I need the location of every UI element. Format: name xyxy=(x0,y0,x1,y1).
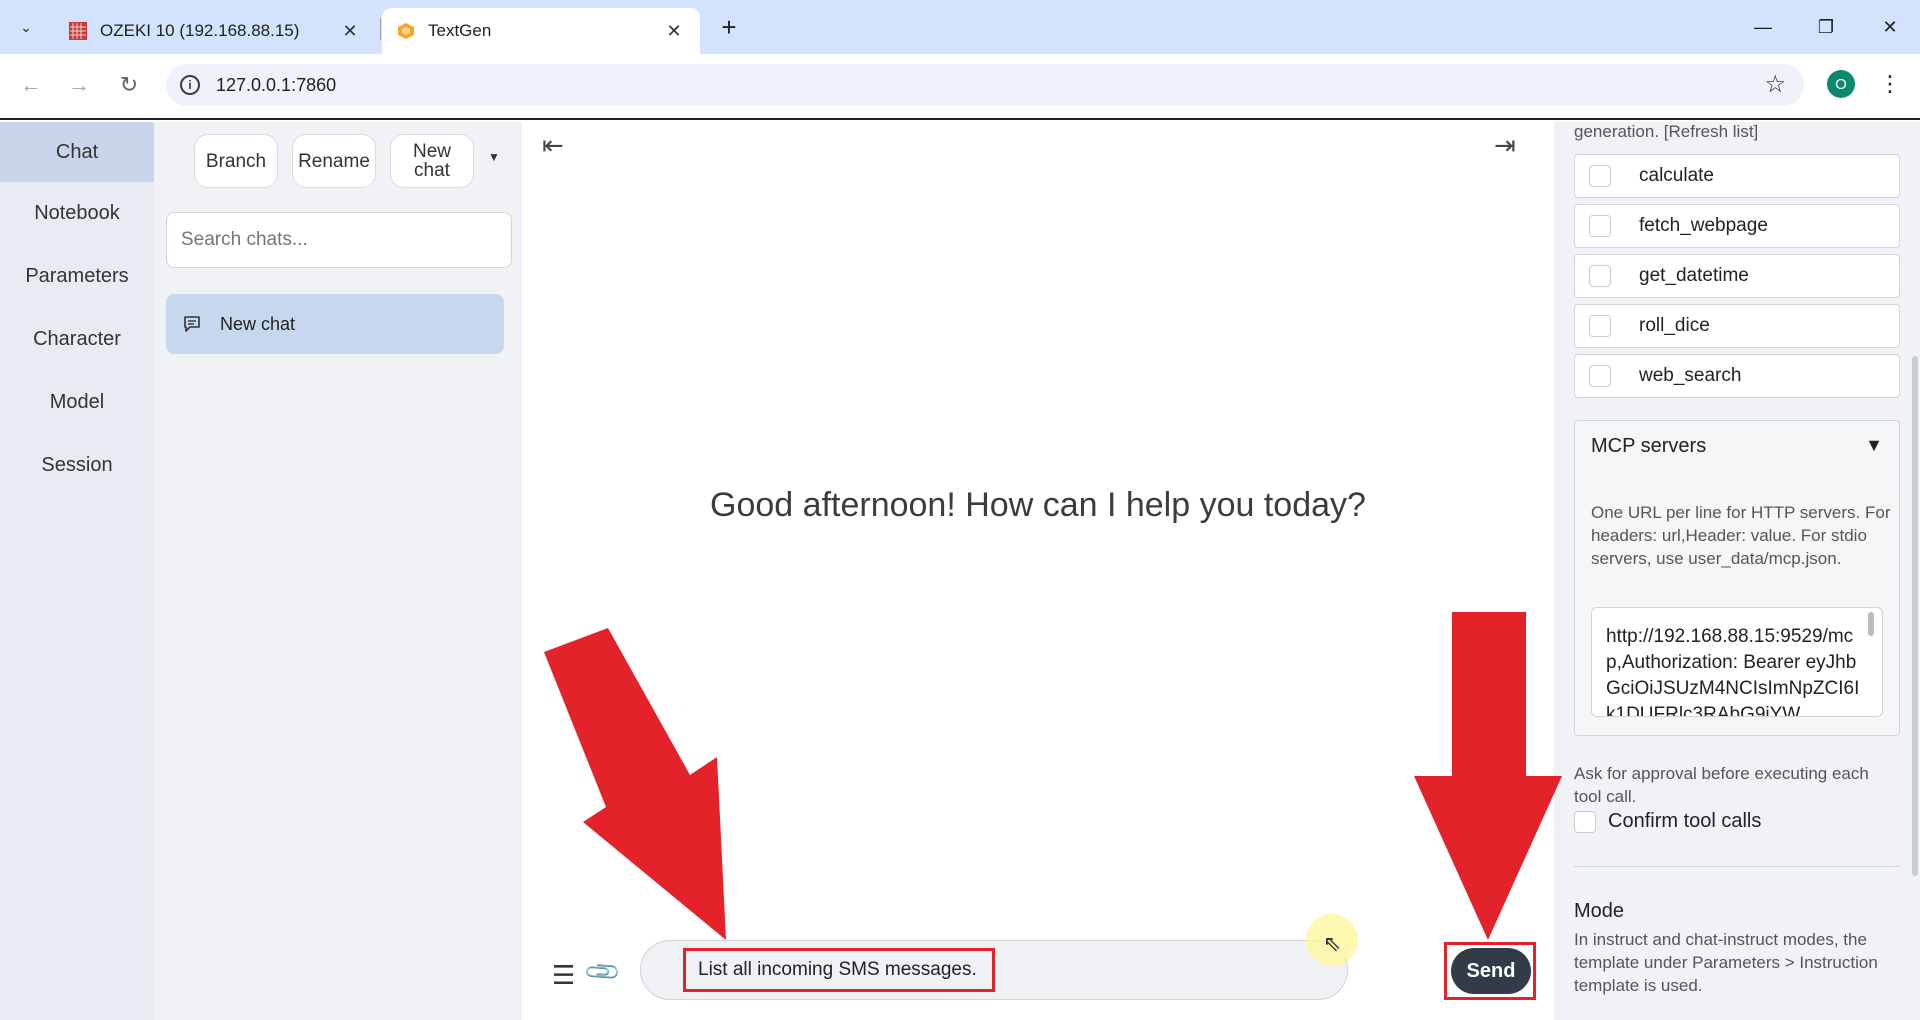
rename-button[interactable]: Rename xyxy=(292,134,376,188)
collapse-left-icon[interactable]: ⇤ xyxy=(542,130,564,161)
tab-search-icon[interactable]: ⌄ xyxy=(8,10,44,44)
tool-fetch-webpage[interactable]: fetch_webpage xyxy=(1574,204,1900,248)
nav-item-notebook[interactable]: Notebook xyxy=(0,184,154,242)
maximize-icon[interactable]: ❐ xyxy=(1808,10,1844,44)
panel-scrollbar[interactable] xyxy=(1912,356,1918,876)
message-input[interactable]: List all incoming SMS messages. xyxy=(683,948,995,992)
minimize-icon[interactable]: — xyxy=(1745,10,1781,44)
mouse-cursor-icon: ⇖ xyxy=(1323,931,1342,956)
close-icon[interactable]: ✕ xyxy=(338,19,362,43)
nav-item-model[interactable]: Model xyxy=(0,373,154,431)
mcp-description: One URL per line for HTTP servers. For h… xyxy=(1591,503,1891,568)
back-icon[interactable]: ← xyxy=(14,68,48,102)
chat-menu-dropdown-icon[interactable]: ▼ xyxy=(488,150,500,164)
hamburger-menu-icon[interactable]: ☰ xyxy=(552,960,575,991)
kebab-menu-icon[interactable]: ⋮ xyxy=(1878,68,1902,100)
chat-list-item-label: New chat xyxy=(220,313,296,334)
tool-calculate[interactable]: calculate xyxy=(1574,154,1900,198)
nav-item-chat[interactable]: Chat xyxy=(0,122,154,182)
checkbox[interactable] xyxy=(1589,365,1611,387)
textarea-scrollbar[interactable] xyxy=(1868,612,1874,636)
address-bar[interactable]: i 127.0.0.1:7860 ☆ xyxy=(166,64,1804,106)
chevron-down-icon[interactable]: ▼ xyxy=(1865,435,1883,456)
new-chat-label-line1: New xyxy=(412,141,451,162)
new-chat-button[interactable]: New chat xyxy=(390,134,474,188)
checkbox[interactable] xyxy=(1589,315,1611,337)
tool-get-datetime[interactable]: get_datetime xyxy=(1574,254,1900,298)
browser-toolbar: ← → ↻ i 127.0.0.1:7860 ☆ O ⋮ xyxy=(0,54,1920,120)
chat-bubble-icon xyxy=(184,316,200,332)
chat-list-item[interactable]: New chat xyxy=(166,294,504,354)
confirm-tool-calls-label: Confirm tool calls xyxy=(1608,810,1762,832)
ozeki-favicon-icon xyxy=(69,22,87,40)
tool-label: fetch_webpage xyxy=(1639,215,1768,236)
mcp-servers-value: http://192.168.88.15:9529/mcp,Authorizat… xyxy=(1606,626,1860,717)
tool-roll-dice[interactable]: roll_dice xyxy=(1574,304,1900,348)
nav-item-parameters[interactable]: Parameters xyxy=(0,247,154,305)
checkbox[interactable] xyxy=(1574,810,1596,833)
nav-item-character[interactable]: Character xyxy=(0,310,154,368)
mcp-servers-title[interactable]: MCP servers xyxy=(1591,435,1706,458)
profile-avatar[interactable]: O xyxy=(1827,70,1855,98)
nav-item-session[interactable]: Session xyxy=(0,436,154,494)
tab-textgen[interactable]: TextGen ✕ xyxy=(382,8,700,54)
mcp-servers-textarea[interactable]: http://192.168.88.15:9529/mcp,Authorizat… xyxy=(1591,607,1883,717)
tool-web-search[interactable]: web_search xyxy=(1574,354,1900,398)
tool-label: get_datetime xyxy=(1639,265,1749,286)
browser-tab-bar: ⌄ OZEKI 10 (192.168.88.15) ✕ TextGen ✕ +… xyxy=(0,0,1920,54)
bookmark-star-icon[interactable]: ☆ xyxy=(1764,70,1786,99)
forward-icon[interactable]: → xyxy=(62,68,96,102)
site-info-icon[interactable]: i xyxy=(180,75,200,95)
divider xyxy=(1574,866,1900,867)
chat-main: ⇤ ⇥ Good afternoon! How can I help you t… xyxy=(522,122,1554,1020)
checkbox[interactable] xyxy=(1589,265,1611,287)
search-chats-input[interactable] xyxy=(166,212,512,268)
refresh-list-note[interactable]: generation. [Refresh list] xyxy=(1574,122,1758,142)
tab-title: OZEKI 10 (192.168.88.15) xyxy=(100,21,300,40)
checkbox[interactable] xyxy=(1589,215,1611,237)
url-text: 127.0.0.1:7860 xyxy=(216,75,337,95)
chat-list-panel: Branch Rename New chat ▼ New chat xyxy=(154,122,522,1020)
tab-separator xyxy=(380,18,381,40)
mode-title: Mode xyxy=(1574,900,1625,922)
tools-panel: generation. [Refresh list] calculate fet… xyxy=(1554,122,1920,1020)
tab-ozeki[interactable]: OZEKI 10 (192.168.88.15) ✕ xyxy=(54,8,376,54)
send-button[interactable]: Send xyxy=(1451,948,1531,994)
approval-description: Ask for approval before executing each t… xyxy=(1574,764,1869,806)
close-icon[interactable]: ✕ xyxy=(662,19,686,43)
reload-icon[interactable]: ↻ xyxy=(112,68,146,102)
new-tab-icon[interactable]: + xyxy=(714,12,744,42)
left-nav: ✕ Chat Notebook Parameters Character Mod… xyxy=(0,122,154,1020)
tool-label: calculate xyxy=(1639,165,1714,186)
branch-button[interactable]: Branch xyxy=(194,134,278,188)
tab-title: TextGen xyxy=(428,21,492,40)
mcp-servers-accordion: MCP servers ▼ One URL per line for HTTP … xyxy=(1574,420,1900,736)
tool-label: roll_dice xyxy=(1639,315,1710,336)
checkbox[interactable] xyxy=(1589,165,1611,187)
greeting-message: Good afternoon! How can I help you today… xyxy=(710,486,1366,524)
confirm-tool-calls-option[interactable]: Confirm tool calls xyxy=(1574,810,1761,833)
attach-paperclip-icon[interactable]: 📎 xyxy=(582,952,624,994)
mode-description: In instruct and chat-instruct modes, the… xyxy=(1574,930,1878,995)
textgen-favicon-icon xyxy=(398,23,414,39)
tool-label: web_search xyxy=(1639,365,1742,386)
close-window-icon[interactable]: ✕ xyxy=(1872,10,1908,44)
collapse-right-icon[interactable]: ⇥ xyxy=(1494,130,1516,161)
new-chat-label-line2: chat xyxy=(414,160,450,181)
